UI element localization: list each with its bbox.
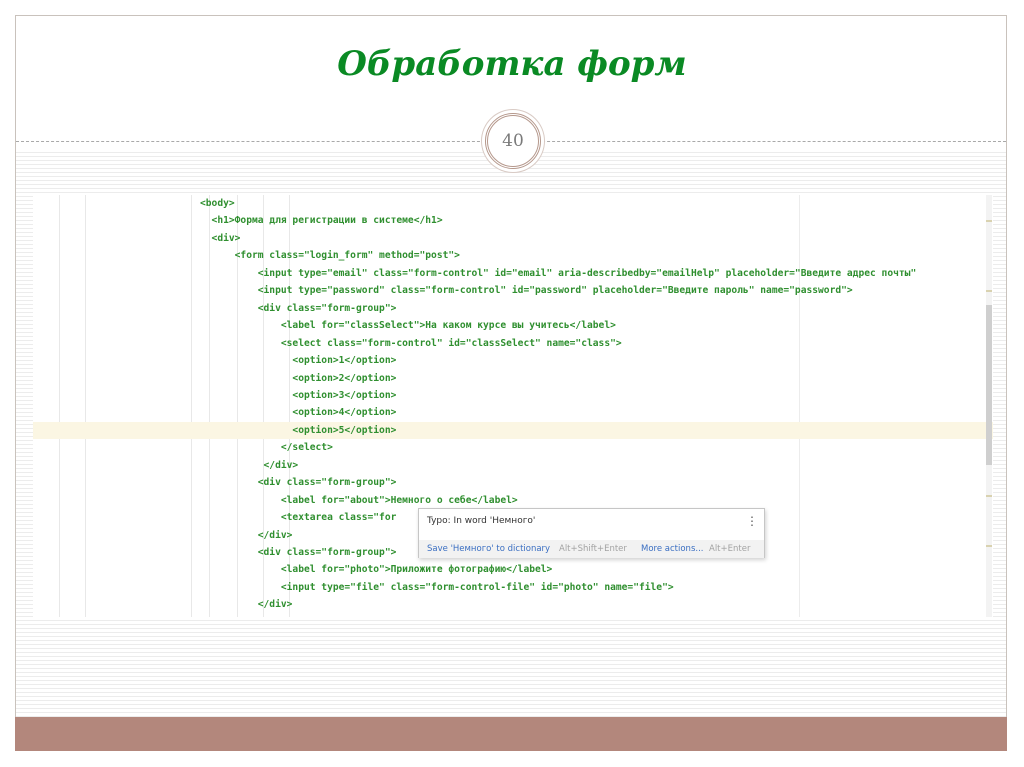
code-line[interactable]: <div> xyxy=(200,230,241,247)
gutter-mark xyxy=(986,220,992,222)
code-line[interactable]: <div class="form-group"> xyxy=(200,300,397,317)
code-line[interactable]: </select> xyxy=(200,439,333,456)
page-number: 40 xyxy=(502,131,524,151)
right-margin-line xyxy=(799,195,800,617)
code-line[interactable]: <body> xyxy=(200,195,235,212)
code-line[interactable]: <option>5</option> xyxy=(200,422,396,439)
code-line[interactable]: <input type="email" class="form-control"… xyxy=(200,265,916,282)
typo-popup: Typo: In word 'Немного' ⋮ Save 'Немного'… xyxy=(418,508,765,558)
save-to-dictionary-link[interactable]: Save 'Немного' to dictionary xyxy=(427,540,550,558)
code-line[interactable]: <select class="form-control" id="classSe… xyxy=(200,335,622,352)
code-line[interactable]: <div class="form-group"> xyxy=(200,544,397,561)
indent-guide xyxy=(59,195,60,617)
gutter-mark xyxy=(986,495,992,497)
code-line[interactable]: <input type="password" class="form-contr… xyxy=(200,282,853,299)
code-line[interactable]: </div> xyxy=(200,457,299,474)
more-actions-link[interactable]: More actions... xyxy=(641,540,703,558)
typo-popup-actions: Save 'Немного' to dictionary Alt+Shift+E… xyxy=(419,540,764,558)
code-line[interactable]: <label for="classSelect">На каком курсе … xyxy=(200,317,616,334)
indent-guide xyxy=(191,195,192,617)
code-line[interactable]: </div> xyxy=(200,596,293,613)
slide-footer-bar xyxy=(15,717,1007,751)
gutter-mark xyxy=(986,290,992,292)
vertical-dots-icon[interactable]: ⋮ xyxy=(746,514,758,528)
code-line[interactable]: <option>3</option> xyxy=(200,387,396,404)
code-line[interactable]: <option>1</option> xyxy=(200,352,396,369)
editor-scrollbar-thumb[interactable] xyxy=(986,305,992,465)
gutter-mark xyxy=(986,545,992,547)
save-shortcut: Alt+Shift+Enter xyxy=(559,544,627,554)
current-line-highlight xyxy=(33,422,993,439)
code-line[interactable]: </div> xyxy=(200,527,293,544)
code-line[interactable]: <textarea class="for xyxy=(200,509,397,526)
code-line[interactable]: <h1>Форма для регистрации в системе</h1> xyxy=(200,212,443,229)
code-line[interactable]: <label for="about">Немного о себе</label… xyxy=(200,492,518,509)
slide-title: Обработка форм xyxy=(337,44,687,84)
code-line[interactable]: <input type="file" class="form-control-f… xyxy=(200,579,674,596)
editor-right-gutter[interactable] xyxy=(986,195,992,617)
page-number-badge: 40 xyxy=(485,113,541,169)
typo-popup-title: Typo: In word 'Немного' xyxy=(427,516,536,526)
code-line[interactable]: <div class="form-group"> xyxy=(200,474,397,491)
indent-guide xyxy=(85,195,86,617)
more-actions-shortcut: Alt+Enter xyxy=(709,544,751,554)
code-line[interactable]: <option>2</option> xyxy=(200,370,396,387)
code-line[interactable]: <option>4</option> xyxy=(200,404,396,421)
code-line[interactable]: <form class="login_form" method="post"> xyxy=(200,247,460,264)
code-line[interactable]: <label for="photo">Приложите фотографию<… xyxy=(200,561,552,578)
